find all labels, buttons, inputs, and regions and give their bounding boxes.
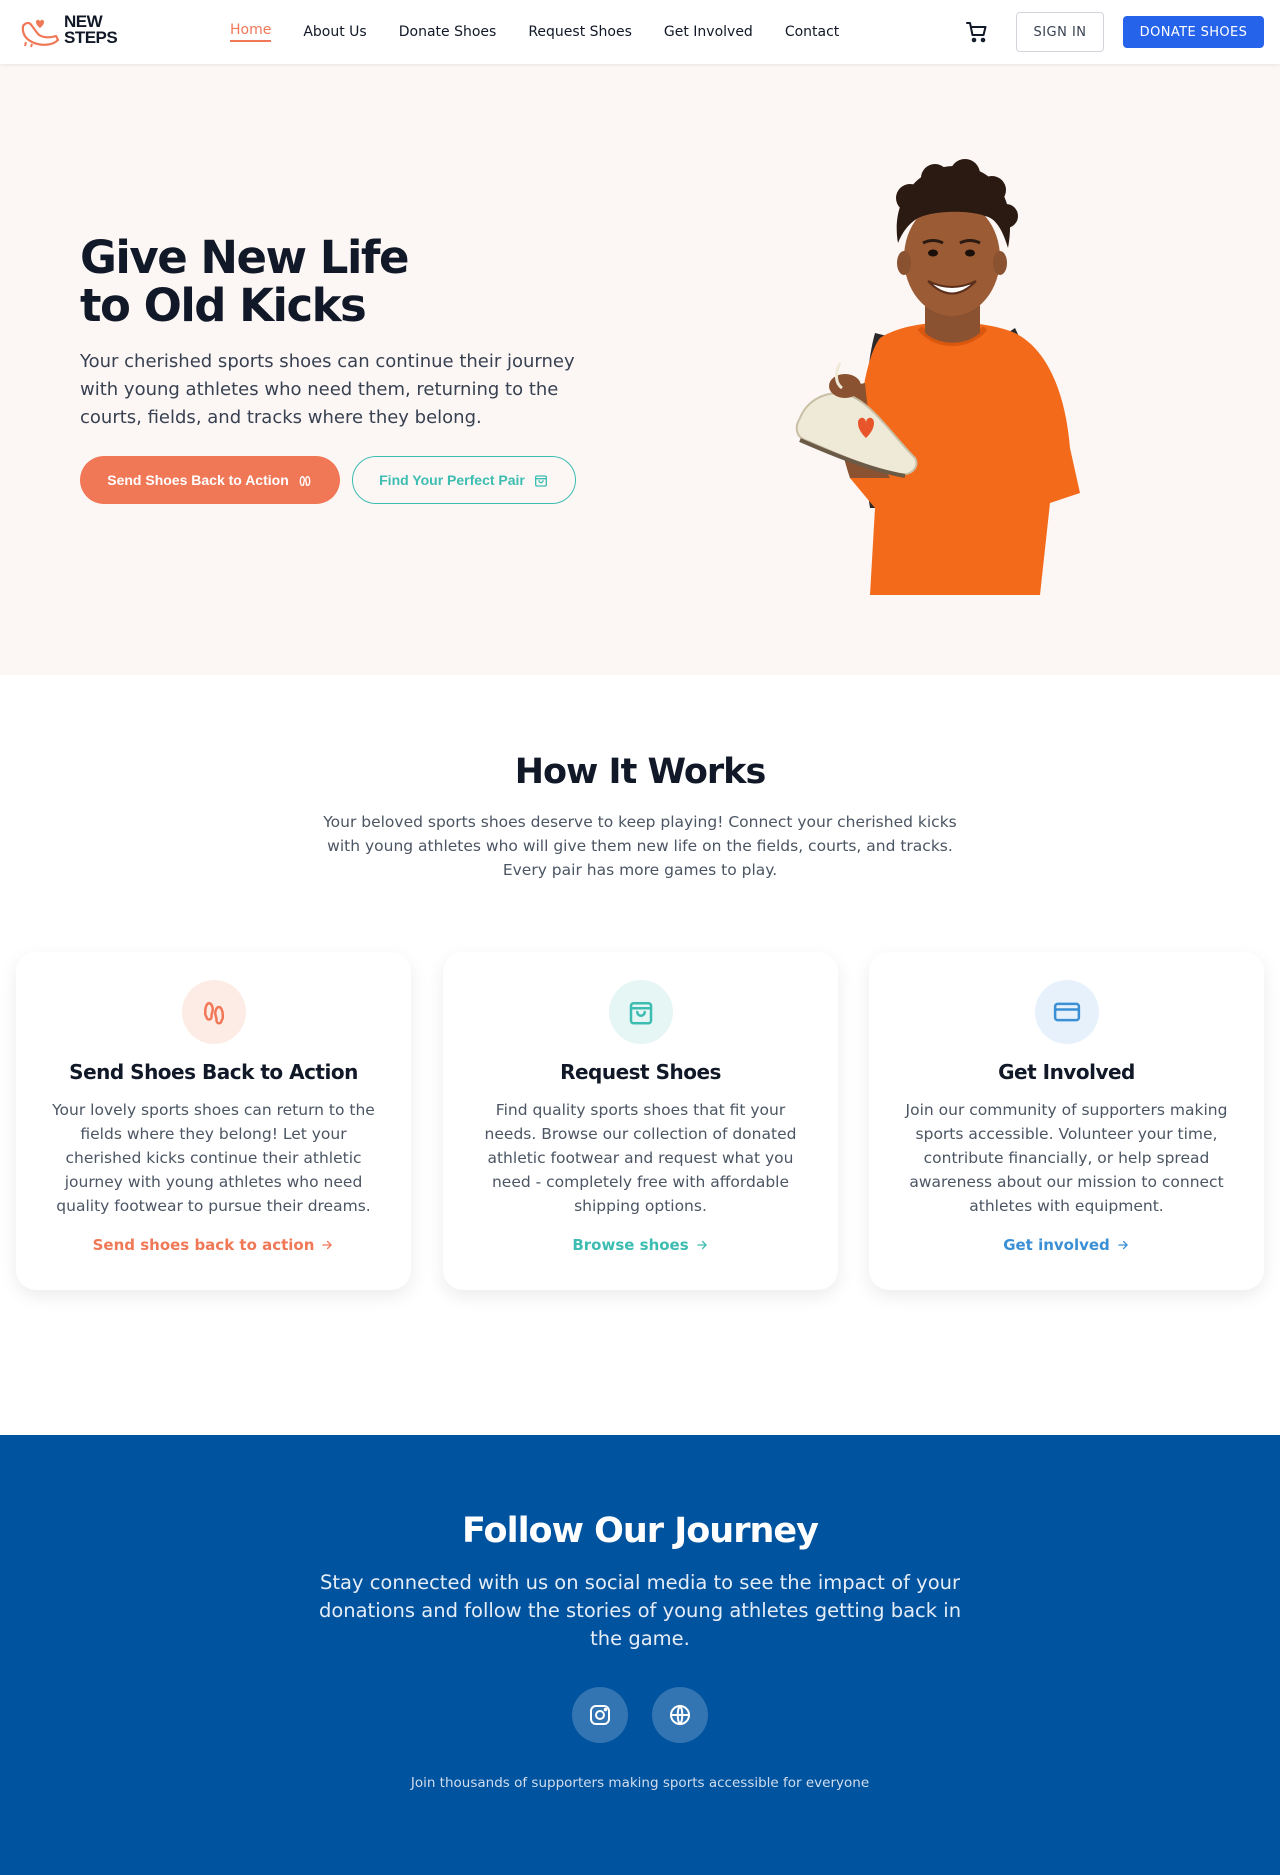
card-get-involved: Get Involved Join our community of suppo… — [869, 952, 1264, 1290]
shopping-bag-icon — [534, 475, 547, 487]
arrow-right-icon — [322, 1240, 333, 1250]
nav-home[interactable]: Home — [230, 22, 272, 42]
main-nav: Home About Us Donate Shoes Request Shoes… — [230, 0, 839, 64]
website-link[interactable] — [652, 1687, 708, 1743]
logo-line-2: STEPS — [64, 28, 118, 47]
shoe-heart-logo-icon — [21, 19, 60, 48]
arrow-right-icon — [1118, 1240, 1128, 1250]
card-request-shoes: Request Shoes Find quality sports shoes … — [443, 952, 838, 1290]
logo-text: NEW STEPS — [64, 13, 118, 47]
card-icon-circle — [181, 980, 246, 1044]
send-shoes-back-label: Send Shoes Back to Action — [107, 472, 289, 488]
card-link-label: Send shoes back to action — [92, 1236, 315, 1254]
send-shoes-back-link[interactable]: Send shoes back to action — [16, 1236, 411, 1254]
card-icon-circle — [608, 980, 673, 1044]
hero-title-line-1: Give New Life — [80, 231, 410, 284]
how-it-works-description: Your beloved sports shoes deserve to kee… — [323, 813, 957, 879]
globe-icon — [670, 1704, 690, 1726]
card-link-label: Browse shoes — [572, 1236, 689, 1254]
card-text: Join our community of supporters making … — [905, 1101, 1228, 1215]
hero-boy-holding-shoe-image — [795, 159, 1080, 595]
follow-note: Join thousands of supporters making spor… — [410, 1775, 870, 1791]
hero-title-line-2: to Old Kicks — [80, 279, 367, 332]
site-header: NEW STEPS Home About Us Donate Shoes Req… — [0, 0, 1280, 64]
send-shoes-back-button[interactable]: Send Shoes Back to Action — [80, 456, 340, 504]
follow-description: Stay connected with us on social media t… — [318, 1571, 962, 1650]
shopping-cart-icon[interactable] — [965, 20, 989, 44]
find-your-perfect-pair-button[interactable]: Find Your Perfect Pair — [352, 456, 576, 504]
credit-card-icon — [1053, 1002, 1080, 1022]
sign-in-button[interactable]: SIGN IN — [1016, 12, 1104, 52]
shopping-bag-icon — [629, 1002, 652, 1025]
hero-title: Give New Life to Old Kicks — [80, 234, 640, 330]
card-link-label: Get involved — [1003, 1236, 1110, 1254]
card-icon-circle — [1034, 980, 1099, 1044]
nav-contact[interactable]: Contact — [785, 24, 839, 40]
footprints-icon — [299, 475, 311, 486]
card-text: Find quality sports shoes that fit your … — [484, 1101, 797, 1215]
instagram-icon — [590, 1705, 610, 1725]
nav-get-involved[interactable]: Get Involved — [664, 24, 753, 40]
get-involved-link[interactable]: Get involved — [869, 1236, 1264, 1254]
find-perfect-pair-label: Find Your Perfect Pair — [379, 472, 525, 488]
hero-section: Give New Life to Old Kicks Your cherishe… — [0, 64, 1280, 675]
card-title: Get Involved — [998, 1060, 1135, 1084]
card-title: Send Shoes Back to Action — [69, 1060, 358, 1084]
nav-request-shoes[interactable]: Request Shoes — [528, 24, 632, 40]
logo[interactable]: NEW STEPS — [20, 12, 118, 48]
arrow-right-icon — [696, 1240, 707, 1250]
nav-donate-shoes[interactable]: Donate Shoes — [399, 24, 497, 40]
card-text: Your lovely sports shoes can return to t… — [52, 1101, 375, 1215]
donate-shoes-header-button[interactable]: DONATE SHOES — [1123, 16, 1264, 48]
browse-shoes-link[interactable]: Browse shoes — [443, 1236, 838, 1254]
how-it-works-title: How It Works — [514, 752, 767, 792]
follow-section: Follow Our Journey Stay connected with u… — [0, 1435, 1280, 1875]
nav-about-us[interactable]: About Us — [303, 24, 366, 40]
card-title: Request Shoes — [560, 1060, 721, 1084]
follow-title: Follow Our Journey — [462, 1511, 819, 1551]
card-send-shoes: Send Shoes Back to Action Your lovely sp… — [16, 952, 411, 1290]
footprints-icon — [203, 1001, 224, 1025]
instagram-link[interactable] — [572, 1687, 628, 1743]
hero-description: Your cherished sports shoes can continue… — [80, 351, 575, 428]
